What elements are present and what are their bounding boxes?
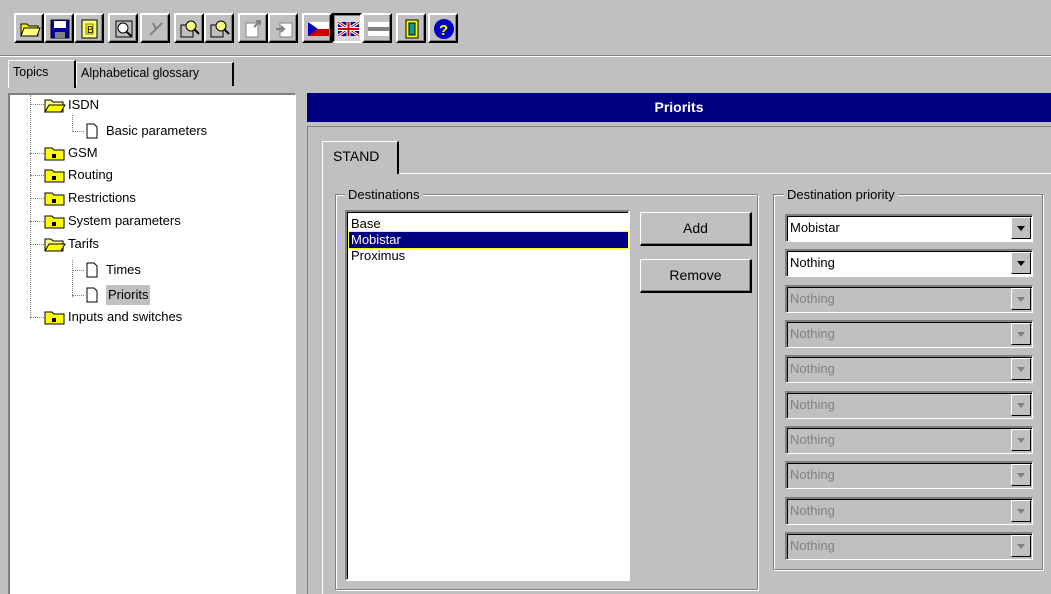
chevron-down-icon xyxy=(1011,535,1031,557)
page-icon xyxy=(86,287,98,303)
exit-icon[interactable] xyxy=(396,13,426,43)
open-folder-icon[interactable] xyxy=(14,13,44,43)
priority-select-7: Nothing xyxy=(785,426,1033,454)
tree-connector xyxy=(30,198,44,200)
toolbar: B ? xyxy=(0,0,1051,56)
priority-select-4: Nothing xyxy=(785,320,1033,348)
chevron-down-icon xyxy=(1011,394,1031,416)
destinations-label: Destinations xyxy=(345,187,423,202)
open-folder-icon xyxy=(44,238,66,252)
topics-tree[interactable]: ISDN Basic parameters GSM Routing Restri… xyxy=(8,93,296,594)
chevron-down-icon xyxy=(1011,464,1031,486)
folder-icon xyxy=(44,192,65,206)
page-icon xyxy=(86,262,98,278)
tree-connector xyxy=(30,104,44,106)
uk-flag-icon[interactable] xyxy=(332,13,362,43)
svg-text:B: B xyxy=(87,25,94,36)
remove-button[interactable]: Remove xyxy=(640,259,752,293)
chevron-down-icon xyxy=(1011,500,1031,522)
tree-connector xyxy=(30,221,44,223)
svg-text:?: ? xyxy=(439,22,448,39)
tree-connector xyxy=(30,175,44,177)
folder-icon xyxy=(44,311,65,325)
chevron-down-icon xyxy=(1011,358,1031,380)
destinations-list[interactable]: Base Mobistar Proximus xyxy=(345,210,630,581)
priority-select-2[interactable]: Nothing xyxy=(785,249,1033,277)
tree-connector xyxy=(30,244,44,246)
folder-icon xyxy=(44,147,65,161)
import-icon[interactable] xyxy=(108,13,138,43)
paste-icon[interactable] xyxy=(268,13,298,43)
priority-select-8: Nothing xyxy=(785,461,1033,489)
tree-connector xyxy=(30,317,44,319)
blank-flag-icon[interactable] xyxy=(362,13,392,43)
list-item[interactable]: Base xyxy=(349,216,628,232)
tab-stand[interactable]: STAND xyxy=(322,141,399,174)
priority-select-9: Nothing xyxy=(785,497,1033,525)
save-icon[interactable] xyxy=(44,13,74,43)
tree-connector xyxy=(72,270,84,272)
chevron-down-icon[interactable] xyxy=(1011,217,1031,239)
tree-connector xyxy=(72,260,74,297)
toolbar-divider-highlight xyxy=(0,56,1051,57)
folder-icon xyxy=(44,169,65,183)
tab-topics[interactable]: Topics xyxy=(8,60,76,88)
properties-icon[interactable]: B xyxy=(74,13,104,43)
export-icon[interactable] xyxy=(238,13,268,43)
pane-splitter[interactable] xyxy=(297,93,306,594)
list-item[interactable]: Proximus xyxy=(349,248,628,264)
priority-select-6: Nothing xyxy=(785,391,1033,419)
add-button[interactable]: Add xyxy=(640,212,752,246)
find-icon[interactable] xyxy=(174,13,204,43)
tree-connector xyxy=(30,95,32,317)
priority-select-1[interactable]: Mobistar xyxy=(785,214,1033,242)
chevron-down-icon xyxy=(1011,429,1031,451)
open-folder-icon xyxy=(44,99,66,113)
folder-icon xyxy=(44,215,65,229)
list-item[interactable]: Mobistar xyxy=(348,231,629,249)
chevron-down-icon[interactable] xyxy=(1011,252,1031,274)
priority-select-10: Nothing xyxy=(785,532,1033,560)
page-title: Priorits xyxy=(307,93,1051,122)
chevron-down-icon xyxy=(1011,288,1031,310)
chevron-down-icon xyxy=(1011,323,1031,345)
tree-connector xyxy=(30,153,44,155)
page-icon xyxy=(86,123,98,139)
tree-connector xyxy=(72,295,84,297)
tree-connector xyxy=(72,131,84,133)
czech-flag-icon[interactable] xyxy=(302,13,332,43)
priority-select-5: Nothing xyxy=(785,355,1033,383)
priority-select-3: Nothing xyxy=(785,285,1033,313)
help-icon[interactable]: ? xyxy=(428,13,458,43)
tree-connector xyxy=(72,115,74,132)
cancel-icon[interactable] xyxy=(140,13,170,43)
tab-alphabetical-glossary[interactable]: Alphabetical glossary xyxy=(76,62,234,86)
find-next-icon[interactable] xyxy=(204,13,234,43)
destination-priority-label: Destination priority xyxy=(784,187,898,202)
